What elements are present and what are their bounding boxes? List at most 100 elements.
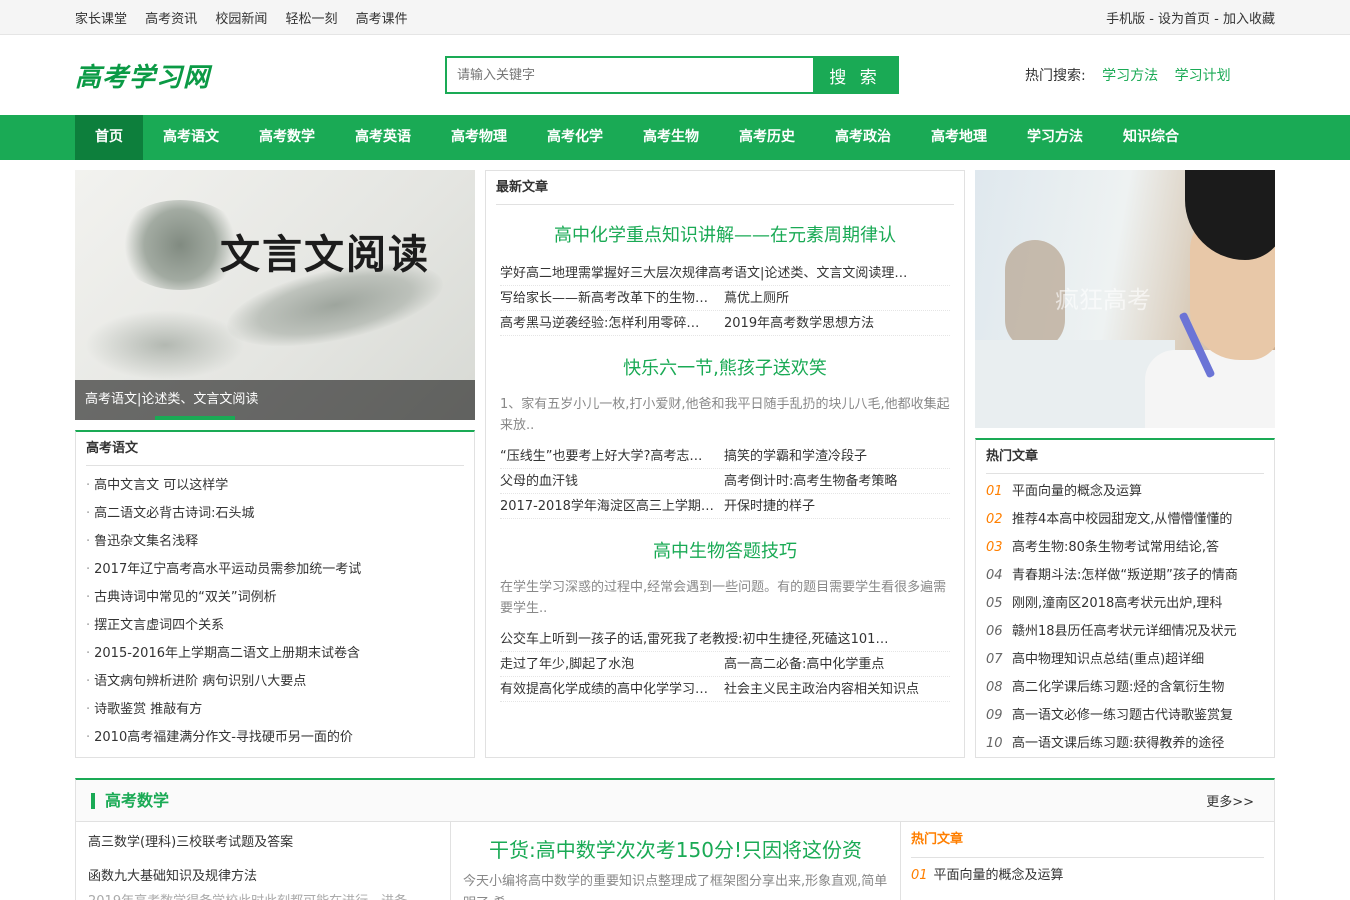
hot-article-item[interactable]: 09 高一语文必修一练习题古代诗歌鉴赏复	[986, 702, 1264, 730]
rank-number: 02	[986, 512, 1003, 527]
nav-chemistry[interactable]: 高考化学	[527, 115, 623, 160]
article-link[interactable]: 高一高二必备:高中化学重点	[724, 652, 948, 676]
math-feature: 干货:高中数学次次考150分!只因将这份资 今天小编将高中数学的重要知识点整理成…	[451, 822, 901, 900]
top-link-fun[interactable]: 轻松一刻	[285, 12, 337, 27]
chinese-section-title[interactable]: 高考语文	[86, 432, 464, 466]
list-item[interactable]: 鲁迅杂文集名浅释	[86, 528, 464, 556]
top-right-links[interactable]: 手机版 - 设为首页 - 加入收藏	[1106, 8, 1275, 27]
search-input[interactable]	[447, 58, 813, 92]
article-link[interactable]: 父母的血汗钱	[500, 469, 724, 493]
top-link-parents[interactable]: 家长课堂	[75, 12, 127, 27]
student-photo[interactable]: 疯狂高考	[975, 170, 1275, 428]
image-slider[interactable]: 文言文阅读 高考语文|论述类、文言文阅读	[75, 170, 475, 420]
list-item[interactable]: 语文病句辨析进阶 病句识别八大要点	[86, 668, 464, 696]
nav-chinese[interactable]: 高考语文	[143, 115, 239, 160]
top-link-courseware[interactable]: 高考课件	[356, 12, 408, 27]
rank-number: 04	[986, 568, 1003, 583]
hot-article-text: 高中物理知识点总结(重点)超详细	[1012, 652, 1205, 667]
article-link[interactable]: 高考黑马逆袭经验:怎样利用零碎…	[500, 311, 724, 335]
article-link[interactable]: 公交车上听到一孩子的话,雷死我了老教授:初中生捷径,死磕这101…	[500, 627, 948, 651]
hot-article-item[interactable]: 08 高二化学课后练习题:烃的含氧衍生物	[986, 674, 1264, 702]
latest-articles-title: 最新文章	[496, 171, 954, 205]
top-bar: 家长课堂 高考资讯 校园新闻 轻松一刻 高考课件 手机版 - 设为首页 - 加入…	[0, 0, 1350, 35]
hot-article-text: 高一语文必修一练习题古代诗歌鉴赏复	[1012, 708, 1234, 723]
nav-home[interactable]: 首页	[75, 115, 143, 160]
list-item[interactable]: 2017年辽宁高考高水平运动员需参加统一考试	[86, 556, 464, 584]
math-section-title[interactable]: 高考数学	[91, 792, 169, 809]
math-left-list: 高三数学(理科)三校联考试题及答案 函数九大基础知识及规律方法 2019年高考数…	[76, 822, 451, 900]
hot-search: 热门搜索: 学习方法 学习计划	[1025, 65, 1231, 85]
nav-history[interactable]: 高考历史	[719, 115, 815, 160]
list-item[interactable]: 2015-2016年上学期高二语文上册期末试卷含	[86, 640, 464, 668]
headline-summary: 在学生学习深惑的过程中,经常会遇到一些问题。有的题目需要学生看很多遍需要学生..	[500, 580, 947, 616]
hot-article-item[interactable]: 03 高考生物:80条生物考试常用结论,答	[986, 534, 1264, 562]
search-button[interactable]: 搜 索	[813, 58, 897, 92]
article-link[interactable]: 社会主义民主政治内容相关知识点	[724, 677, 948, 701]
rank-number: 05	[986, 596, 1003, 611]
list-item[interactable]: 高二语文必背古诗词:石头城	[86, 500, 464, 528]
rank-number: 03	[986, 540, 1003, 555]
nav-english[interactable]: 高考英语	[335, 115, 431, 160]
hot-article-item[interactable]: 02 推荐4本高中校园甜宠文,从懵懵懂懂的	[986, 506, 1264, 534]
article-link[interactable]: 开保时捷的样子	[724, 494, 948, 518]
nav-geography[interactable]: 高考地理	[911, 115, 1007, 160]
list-item[interactable]: 诗歌鉴赏 推敲有方	[86, 696, 464, 724]
top-link-news[interactable]: 高考资讯	[145, 12, 197, 27]
list-item[interactable]: 高三数学(理科)三校联考试题及答案	[88, 830, 438, 856]
slide-indicator[interactable]	[155, 416, 235, 420]
search-box: 搜 索	[445, 56, 899, 94]
article-link[interactable]: 学好高二地理需掌握好三大层次规律高考语文|论述类、文言文阅读理…	[500, 261, 948, 285]
nav-math[interactable]: 高考数学	[239, 115, 335, 160]
top-link-campus[interactable]: 校园新闻	[215, 12, 267, 27]
hot-articles-title: 热门文章	[986, 440, 1264, 474]
nav-general-knowledge[interactable]: 知识综合	[1103, 115, 1199, 160]
article-link[interactable]: 2017-2018学年海淀区高三上学期…	[500, 494, 724, 518]
hot-article-text: 刚刚,潼南区2018高考状元出炉,理科	[1012, 596, 1223, 611]
article-link[interactable]: “压线生”也要考上好大学?高考志…	[500, 444, 724, 468]
headline-link[interactable]: 快乐六一节,熊孩子送欢笑	[486, 354, 964, 380]
headline-link[interactable]: 高中生物答题技巧	[486, 537, 964, 563]
rank-number: 07	[986, 652, 1003, 667]
nav-physics[interactable]: 高考物理	[431, 115, 527, 160]
article-link[interactable]: 高考倒计时:高考生物备考策略	[724, 469, 948, 493]
hot-article-item[interactable]: 01 平面向量的概念及运算	[911, 858, 1264, 894]
article-link[interactable]: 2019年高考数学思想方法	[724, 311, 948, 335]
main-content: 文言文阅读 高考语文|论述类、文言文阅读 高考语文 高中文言文 可以这样学 高二…	[75, 170, 1275, 758]
article-link[interactable]: 写给家长——新高考改革下的生物…	[500, 286, 724, 310]
math-wrap: 高考数学 更多>> 高三数学(理科)三校联考试题及答案 函数九大基础知识及规律方…	[75, 778, 1275, 900]
hot-keyword-plan[interactable]: 学习计划	[1175, 68, 1231, 84]
hot-article-item[interactable]: 05 刚刚,潼南区2018高考状元出炉,理科	[986, 590, 1264, 618]
list-item[interactable]: 2010高考福建满分作文-寻找硬币另一面的价	[86, 724, 464, 752]
hot-keyword-method[interactable]: 学习方法	[1102, 68, 1158, 84]
rank-number: 09	[986, 708, 1003, 723]
hot-article-text: 赣州18县历任高考状元详细情况及状元	[1012, 624, 1237, 639]
hot-article-item[interactable]: 10 高一语文课后练习题:获得教养的途径	[986, 730, 1264, 758]
list-item[interactable]: 摆正文言虚词四个关系	[86, 612, 464, 640]
math-headline-link[interactable]: 干货:高中数学次次考150分!只因将这份资	[463, 834, 888, 863]
list-item[interactable]: 函数九大基础知识及规律方法	[88, 864, 438, 890]
article-pairs: 公交车上听到一孩子的话,雷死我了老教授:初中生捷径,死磕这101… 走过了年少,…	[486, 627, 964, 702]
main-nav: 首页 高考语文 高考数学 高考英语 高考物理 高考化学 高考生物 高考历史 高考…	[0, 115, 1350, 160]
list-item[interactable]: 高中文言文 可以这样学	[86, 472, 464, 500]
article-link[interactable]: 有效提高化学成绩的高中化学学习…	[500, 677, 724, 701]
hot-article-item[interactable]: 06 赣州18县历任高考状元详细情况及状元	[986, 618, 1264, 646]
article-row: 学好高二地理需掌握好三大层次规律高考语文|论述类、文言文阅读理…	[500, 261, 950, 286]
math-headline-summary: 今天小编将高中数学的重要知识点整理成了框架图分享出来,形象直观,简单明了,希	[463, 874, 888, 900]
article-link[interactable]: 蔦优上厕所	[724, 286, 948, 310]
article-link[interactable]: 走过了年少,脚起了水泡	[500, 652, 724, 676]
math-hot-title: 热门文章	[911, 822, 1264, 858]
hot-article-item[interactable]: 04 青春期斗法:怎样做“叛逆期”孩子的情商	[986, 562, 1264, 590]
article-link[interactable]: 搞笑的学霸和学渣冷段子	[724, 444, 948, 468]
hot-article-item[interactable]: 07 高中物理知识点总结(重点)超详细	[986, 646, 1264, 674]
slide-caption[interactable]: 高考语文|论述类、文言文阅读	[75, 380, 475, 420]
hot-articles-list: 01 平面向量的概念及运算 02 推荐4本高中校园甜宠文,从懵懵懂懂的 03 高考生物…	[976, 474, 1274, 758]
site-logo[interactable]: 高考学习网	[75, 57, 445, 94]
right-column: 疯狂高考 热门文章 01 平面向量的概念及运算 02 推荐4本高中校园甜宠文,从懵懵…	[975, 170, 1275, 758]
nav-study-methods[interactable]: 学习方法	[1007, 115, 1103, 160]
headline-link[interactable]: 高中化学重点知识讲解——在元素周期律认	[486, 221, 964, 247]
nav-biology[interactable]: 高考生物	[623, 115, 719, 160]
list-item[interactable]: 古典诗词中常见的“双关”词例析	[86, 584, 464, 612]
hot-article-item[interactable]: 01 平面向量的概念及运算	[986, 478, 1264, 506]
more-link[interactable]: 更多>>	[1206, 791, 1254, 810]
nav-politics[interactable]: 高考政治	[815, 115, 911, 160]
